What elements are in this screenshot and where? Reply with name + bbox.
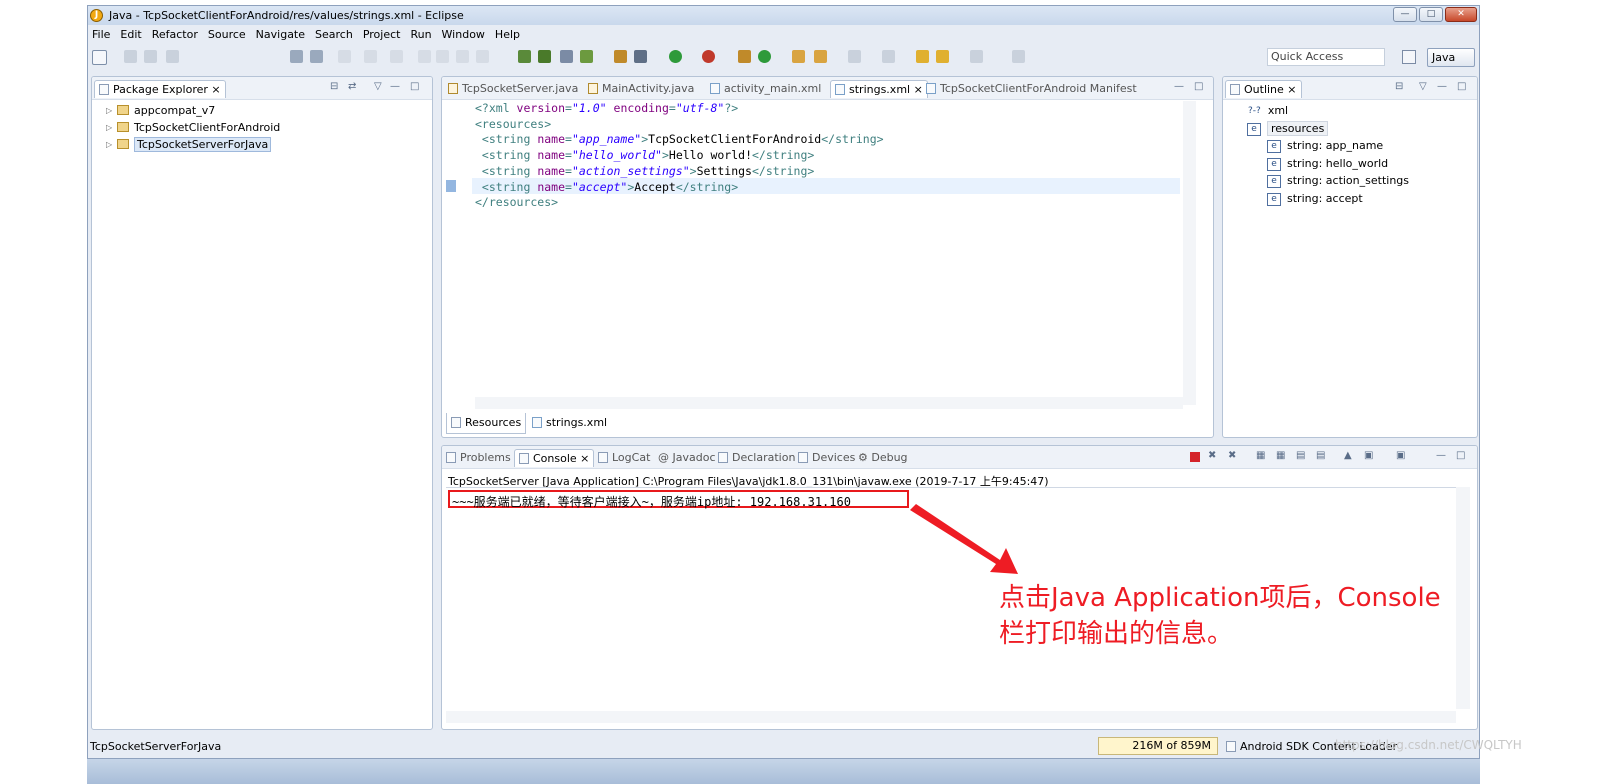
- annotation-arrow: [910, 504, 1018, 574]
- annotation-line-1: 点击Java Application项后，Console: [999, 583, 1441, 613]
- annotation-line-2: 栏打印输出的信息。: [999, 619, 1234, 649]
- watermark-text: https://blog.csdn.net/CWQLTYH: [1335, 738, 1522, 752]
- windows-taskbar: [87, 759, 1480, 784]
- annotation-text: 点击Java Application项后，Console 栏打印输出的信息。: [999, 580, 1441, 652]
- red-arrow-icon: [910, 504, 1018, 574]
